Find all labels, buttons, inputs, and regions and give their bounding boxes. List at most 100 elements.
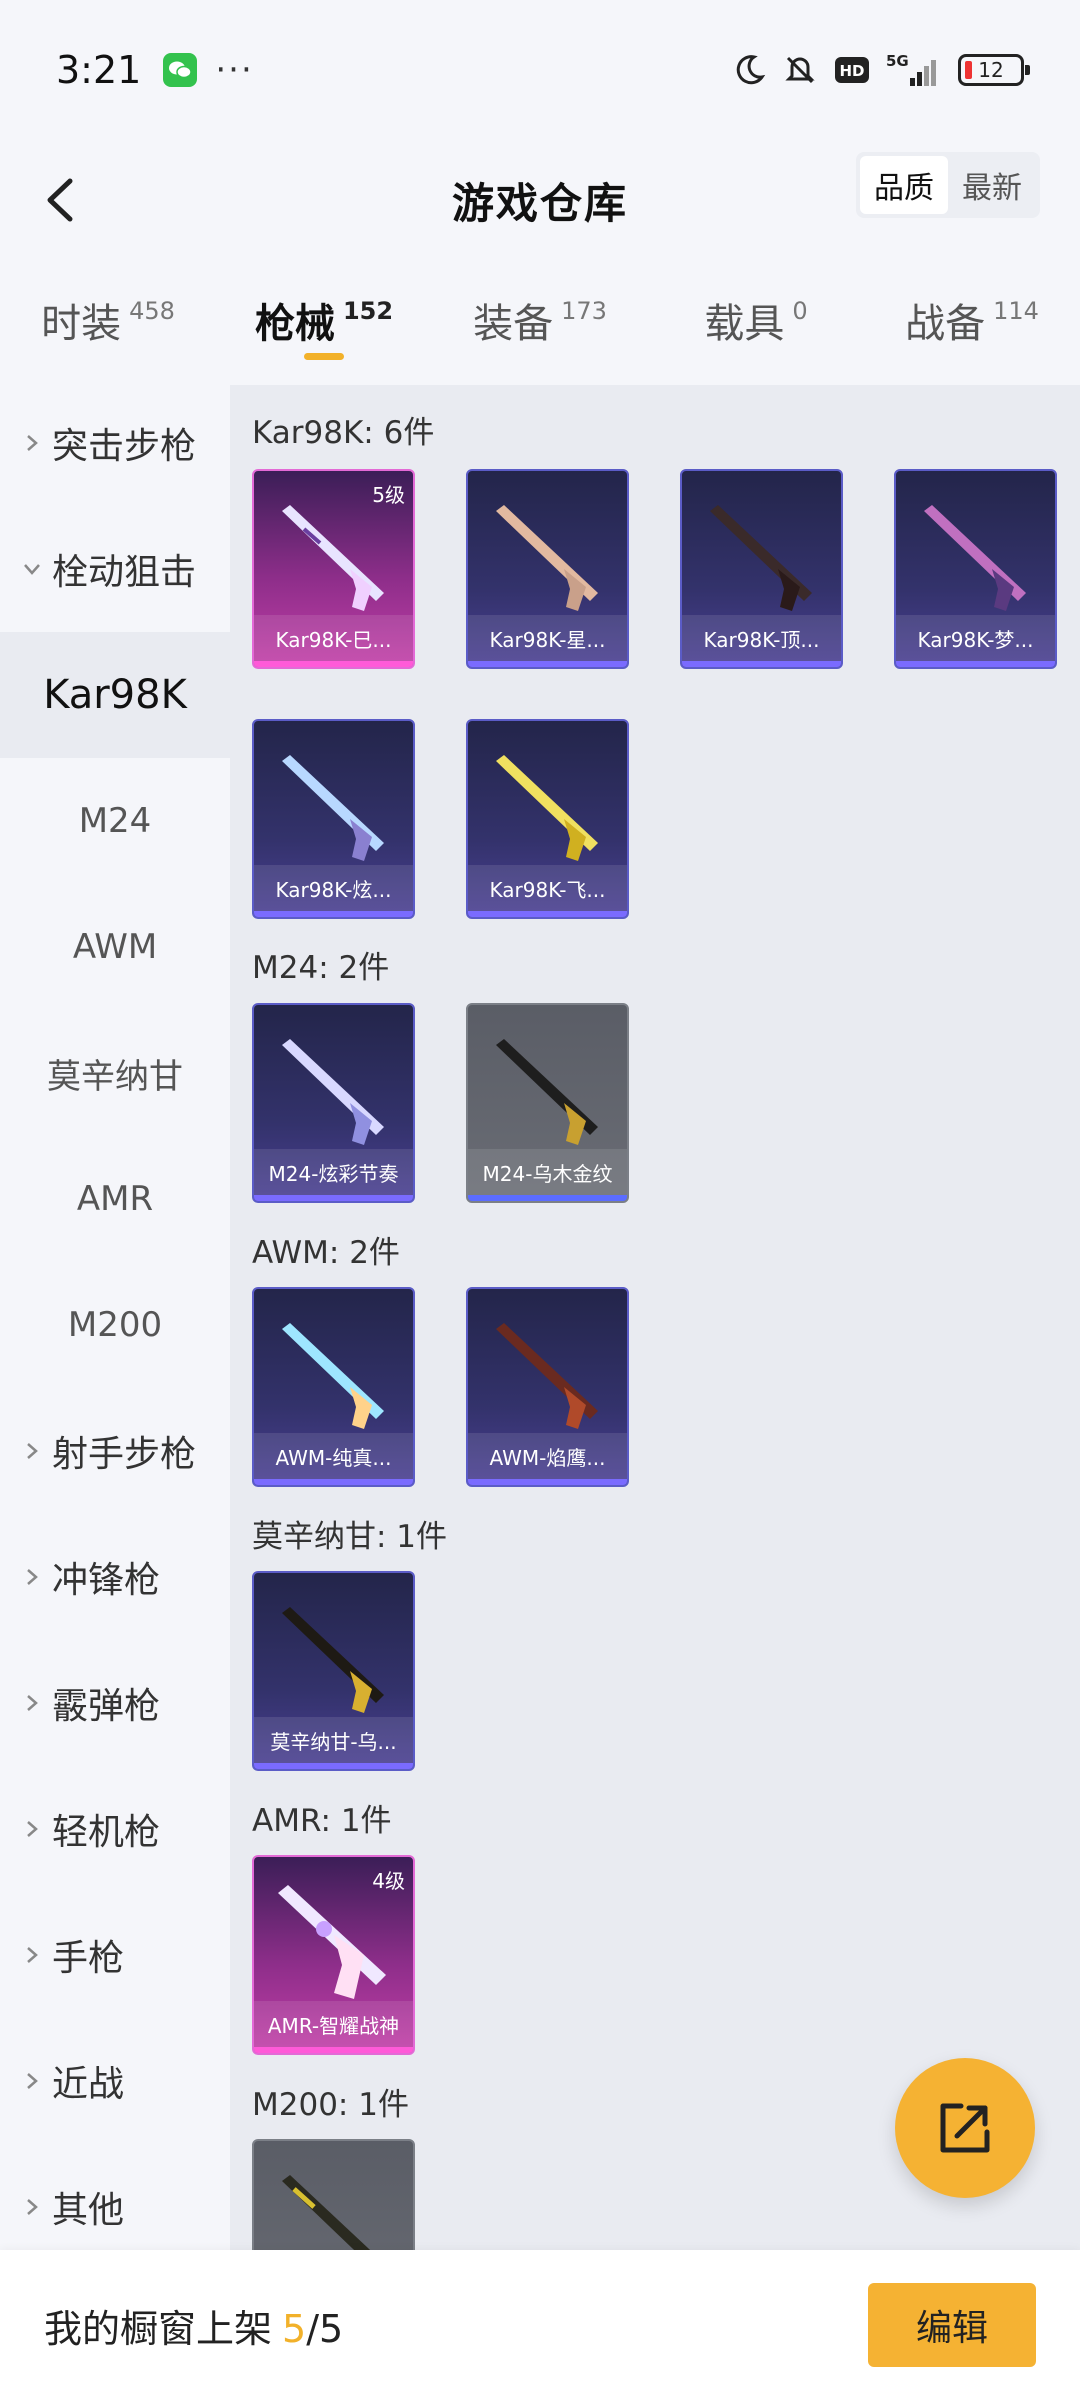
sort-quality-button[interactable]: 品质 (860, 156, 948, 214)
sidebar-item-smg[interactable]: 冲锋枪 (0, 1514, 230, 1640)
weapon-card[interactable] (252, 2139, 415, 2250)
weapon-card[interactable]: 莫辛纳甘-乌... (252, 1571, 415, 1771)
chevron-right-icon (22, 1693, 42, 1713)
rifle-icon (278, 1885, 386, 1999)
chevron-right-icon (22, 2071, 42, 2091)
sidebar-item-kar98k[interactable]: Kar98K (0, 632, 230, 758)
rifle-icon (496, 1323, 598, 1429)
section-title: M24: 2件 (252, 950, 390, 986)
svg-text:5G: 5G (886, 52, 909, 70)
rarity-bar (468, 1479, 627, 1485)
sidebar-item-label: 栓动狙击 (52, 552, 197, 593)
share-icon (940, 2103, 990, 2153)
wechat-icon (163, 53, 198, 87)
level-badge: 5级 (372, 483, 405, 507)
showcase-status: 我的橱窗上架 5 /5 (44, 2298, 343, 2353)
rifle-icon (924, 505, 1026, 611)
rifle-icon (282, 1039, 384, 1145)
rarity-bar (254, 2047, 413, 2053)
sidebar-item-label: 轻机枪 (52, 1812, 161, 1853)
tab-count: 152 (342, 297, 394, 325)
rarity-bar (682, 661, 841, 667)
status-time: 3:21 (56, 48, 142, 92)
rifle-icon (496, 755, 598, 861)
sidebar-item-marksman-rifle[interactable]: 射手步枪 (0, 1388, 230, 1514)
rarity-bar (254, 911, 413, 917)
mute-bell-icon (785, 56, 815, 84)
rarity-bar (896, 661, 1055, 667)
sidebar-item-label: 射手步枪 (52, 1434, 197, 1475)
sidebar-item-awm[interactable]: AWM (0, 884, 230, 1010)
sidebar-item-bolt-sniper[interactable]: 栓动狙击 (0, 506, 230, 632)
sidebar-item-m24[interactable]: M24 (0, 758, 230, 884)
rifle-icon (710, 505, 812, 611)
showcase-label: 我的橱窗上架 (44, 2306, 273, 2351)
sidebar-item-label: 冲锋枪 (52, 1560, 161, 1601)
sidebar-item-m200[interactable]: M200 (0, 1262, 230, 1388)
rarity-bar (468, 661, 627, 667)
sidebar-item-melee[interactable]: 近战 (0, 2018, 230, 2144)
sidebar-item-label: 近战 (52, 2064, 125, 2105)
showcase-count: 5 (282, 2306, 307, 2351)
section-title: M200: 1件 (252, 2087, 409, 2123)
section-title: AMR: 1件 (252, 1803, 392, 1839)
rarity-bar (254, 1763, 413, 1769)
tab-label: 时装 (41, 301, 122, 347)
rifle-icon (282, 2175, 371, 2250)
tab-count: 173 (561, 297, 607, 325)
chevron-right-icon (22, 2197, 42, 2217)
tab-supplies[interactable]: 战备 114 (864, 265, 1080, 349)
edit-button[interactable]: 编辑 (868, 2283, 1036, 2367)
tab-equipment[interactable]: 装备 173 (432, 265, 648, 349)
chevron-right-icon (22, 1945, 42, 1965)
hd-icon: HD (835, 57, 869, 83)
tab-guns[interactable]: 枪械 152 (216, 265, 432, 360)
chevron-right-icon (22, 1441, 42, 1461)
weapon-name: M24-乌木金纹 (468, 1149, 627, 1195)
weapon-card[interactable]: Kar98K-梦... (894, 469, 1057, 669)
chevron-down-icon (22, 559, 42, 579)
weapon-card[interactable]: Kar98K-炫... (252, 719, 415, 919)
sidebar-item-lmg[interactable]: 轻机枪 (0, 1766, 230, 1892)
rifle-icon (496, 1039, 598, 1145)
sidebar-item-label: 突击步枪 (52, 426, 197, 467)
weapon-card[interactable]: Kar98K-星... (466, 469, 629, 669)
battery-icon: 12 (958, 54, 1030, 86)
section-title: 莫辛纳甘: 1件 (252, 1519, 448, 1555)
sidebar-item-amr[interactable]: AMR (0, 1136, 230, 1262)
weapon-card[interactable]: 5级 Kar98K-巳... (252, 469, 415, 669)
weapon-name: M24-炫彩节奏 (254, 1149, 413, 1195)
weapon-card[interactable]: M24-炫彩节奏 (252, 1003, 415, 1203)
sidebar-item-label: Kar98K (43, 672, 187, 718)
sort-latest-button[interactable]: 最新 (948, 156, 1036, 214)
bottom-bar: 我的橱窗上架 5 /5 编辑 (0, 2250, 1080, 2400)
sidebar-item-label: 莫辛纳甘 (47, 1056, 183, 1097)
share-button[interactable] (895, 2058, 1035, 2198)
weapon-card[interactable]: M24-乌木金纹 (466, 1003, 629, 1203)
back-button[interactable] (28, 168, 92, 232)
sidebar-item-label: AWM (72, 927, 158, 967)
weapon-card[interactable]: 4级 AMR-智耀战神 (252, 1855, 415, 2055)
weapon-name: AWM-纯真... (254, 1433, 413, 1479)
sidebar: 突击步枪 栓动狙击 Kar98K M24 AWM 莫辛纳甘 AMR M200 射… (0, 380, 230, 2250)
section-title: Kar98K: 6件 (252, 415, 435, 451)
sidebar-item-shotgun[interactable]: 霰弹枪 (0, 1640, 230, 1766)
sidebar-item-mosin[interactable]: 莫辛纳甘 (0, 1010, 230, 1136)
sidebar-item-pistol[interactable]: 手枪 (0, 1892, 230, 2018)
tab-count: 458 (129, 297, 175, 325)
tab-skins[interactable]: 时装 458 (0, 265, 216, 349)
rarity-bar (468, 1195, 627, 1201)
weapon-card[interactable]: AWM-纯真... (252, 1287, 415, 1487)
weapon-name: 莫辛纳甘-乌... (254, 1717, 413, 1763)
signal-5g-icon: 5G (886, 52, 936, 86)
weapon-name: AMR-智耀战神 (254, 2001, 413, 2047)
weapon-card[interactable]: Kar98K-飞... (466, 719, 629, 919)
rifle-icon (282, 1607, 384, 1713)
sidebar-item-label: 霰弹枪 (52, 1686, 161, 1727)
tab-vehicles[interactable]: 载具 0 (648, 265, 864, 349)
sidebar-item-assault-rifle[interactable]: 突击步枪 (0, 380, 230, 506)
sort-toggle: 品质 最新 (856, 152, 1040, 218)
tab-count: 114 (993, 297, 1039, 325)
weapon-card[interactable]: AWM-焰鹰... (466, 1287, 629, 1487)
weapon-card[interactable]: Kar98K-顶... (680, 469, 843, 669)
